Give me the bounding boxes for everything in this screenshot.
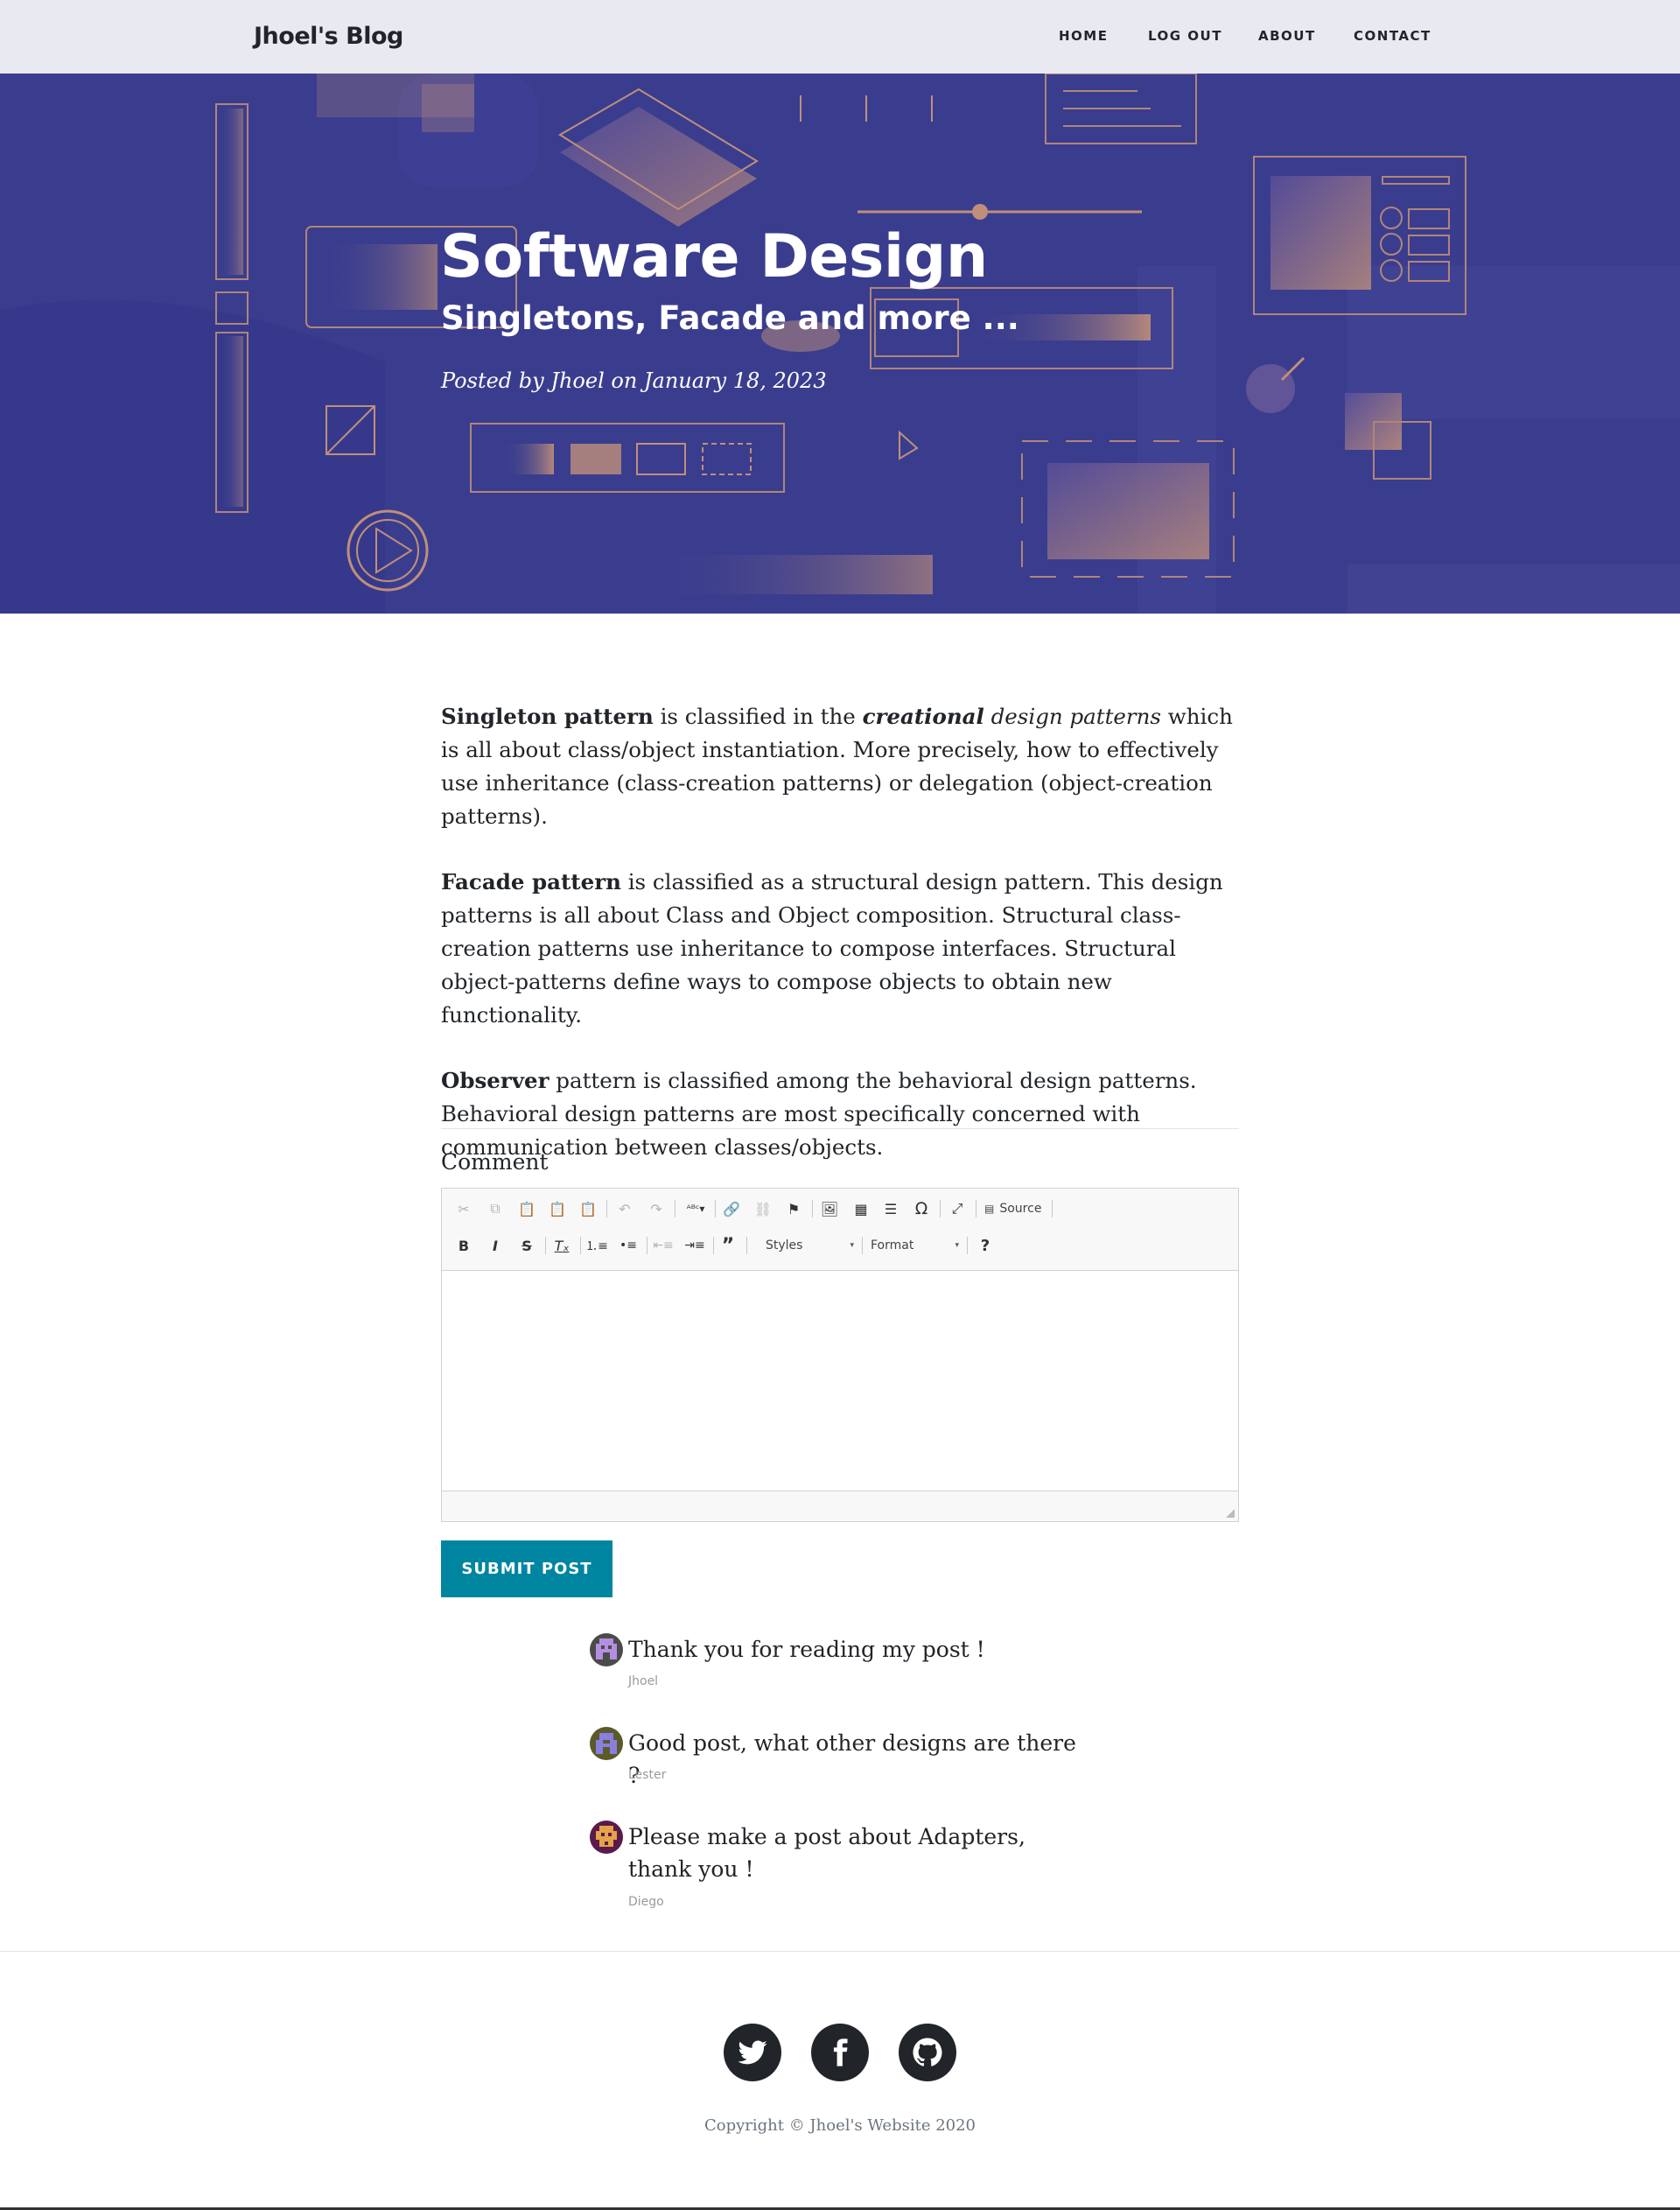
- toolbar-separator: [967, 1237, 968, 1254]
- nav-logout-link[interactable]: LOG OUT: [1148, 28, 1222, 44]
- editor-footer: [442, 1491, 1238, 1521]
- maximize-icon[interactable]: ⤢: [946, 1197, 969, 1220]
- paste-word-icon[interactable]: 📋: [577, 1197, 599, 1220]
- comment-textarea[interactable]: [442, 1272, 1238, 1491]
- source-button[interactable]: ▤ Source: [984, 1197, 1047, 1220]
- facebook-link[interactable]: [811, 2024, 869, 2081]
- navbar: Jhoel's Blog HOME LOG OUT ABOUT CONTACT: [0, 0, 1680, 74]
- comment-author: Jhoel: [628, 1674, 659, 1688]
- table-icon[interactable]: ▦: [850, 1197, 872, 1220]
- outdent-icon[interactable]: ⇤≡: [652, 1234, 675, 1257]
- post-subtitle: Singletons, Facade and more ...: [441, 299, 1019, 337]
- toolbar-separator: [862, 1237, 863, 1254]
- format-label: Format: [871, 1238, 914, 1252]
- source-icon: ▤: [984, 1203, 995, 1215]
- toolbar-separator: [545, 1237, 546, 1254]
- toolbar-separator: [812, 1200, 813, 1217]
- format-dropdown[interactable]: Format ▾: [871, 1234, 962, 1257]
- section-divider: [441, 1128, 1239, 1129]
- comment-text: Please make a post about Adapters, thank…: [628, 1824, 1026, 1882]
- avatar: [590, 1821, 623, 1854]
- github-link[interactable]: [899, 2024, 956, 2081]
- chevron-down-icon: ▾: [850, 1241, 854, 1250]
- toolbar-separator: [1052, 1200, 1053, 1217]
- toolbar-separator: [713, 1237, 714, 1254]
- toolbar-separator: [746, 1237, 747, 1254]
- toolbar-separator: [580, 1237, 581, 1254]
- paragraph-text: pattern is classified among the behavior…: [441, 1068, 1197, 1160]
- link-icon[interactable]: 🔗: [720, 1197, 743, 1220]
- help-icon[interactable]: ?: [974, 1234, 997, 1257]
- toolbar-separator: [606, 1200, 607, 1217]
- avatar: [590, 1727, 623, 1760]
- hero-background-illustration: [0, 74, 1680, 614]
- chevron-down-icon: ▾: [955, 1241, 959, 1250]
- avatar: [590, 1633, 623, 1666]
- cut-icon[interactable]: ✂: [452, 1197, 475, 1220]
- bulleted-list-icon[interactable]: •≡: [617, 1234, 640, 1257]
- comment-label: Comment: [441, 1149, 549, 1175]
- source-label: Source: [999, 1202, 1042, 1216]
- styles-label: Styles: [766, 1238, 803, 1252]
- italic-icon[interactable]: I: [484, 1234, 507, 1257]
- bold-icon[interactable]: B: [452, 1234, 475, 1257]
- comment-author: Lester: [628, 1768, 667, 1782]
- rich-text-editor: ✂ ⧉ 📋 📋 📋 ↶ ↷ ᴬᴮᶜ▾ 🔗 ⛓ ⚑ 🖼 ▦ ☰ Ω ⤢ ▤ Sour…: [441, 1188, 1239, 1522]
- paragraph-text: is classified in the: [653, 704, 863, 729]
- paste-text-icon[interactable]: 📋: [546, 1197, 569, 1220]
- post-meta: Posted by Jhoel on January 18, 2023: [441, 368, 827, 393]
- term-creational: creational: [862, 704, 984, 729]
- comment-item: Thank you for reading my post ! Jhoel: [590, 1633, 1080, 1694]
- post-content: Singleton pattern is classified in the c…: [441, 700, 1239, 1196]
- submit-post-button[interactable]: SUBMIT POST: [441, 1540, 612, 1597]
- copyright-text: Copyright © Jhoel's Website 2020: [704, 2116, 976, 2135]
- comment-author: Diego: [628, 1895, 664, 1909]
- paragraph-singleton: Singleton pattern is classified in the c…: [441, 700, 1239, 833]
- comment-text: Good post, what other designs are there …: [628, 1730, 1076, 1788]
- redo-icon[interactable]: ↷: [645, 1197, 668, 1220]
- image-icon[interactable]: 🖼: [818, 1197, 841, 1220]
- resize-handle-icon[interactable]: [1226, 1509, 1235, 1518]
- spellcheck-icon[interactable]: ᴬᴮᶜ▾: [681, 1197, 710, 1220]
- facebook-icon: [833, 2038, 848, 2066]
- nav-contact-link[interactable]: CONTACT: [1354, 28, 1432, 44]
- remove-format-icon[interactable]: Tₓ: [550, 1234, 573, 1257]
- unlink-icon[interactable]: ⛓: [752, 1197, 774, 1220]
- twitter-icon: [738, 2040, 767, 2065]
- comment-item: Please make a post about Adapters, thank…: [590, 1821, 1080, 1917]
- strike-icon[interactable]: S: [515, 1234, 538, 1257]
- anchor-icon[interactable]: ⚑: [782, 1197, 805, 1220]
- term-facade: Facade pattern: [441, 869, 621, 895]
- toolbar-separator: [647, 1237, 648, 1254]
- term-design-patterns: design patterns: [984, 704, 1161, 729]
- nav-about-link[interactable]: ABOUT: [1258, 28, 1316, 44]
- footer-divider: [0, 1951, 1680, 1952]
- indent-icon[interactable]: ⇥≡: [683, 1234, 706, 1257]
- paste-icon[interactable]: 📋: [515, 1197, 538, 1220]
- blockquote-icon[interactable]: ”: [717, 1234, 739, 1257]
- term-observer: Observer: [441, 1068, 550, 1093]
- numbered-list-icon[interactable]: ⒈≡: [585, 1234, 608, 1257]
- github-icon: [913, 2038, 942, 2066]
- paragraph-facade: Facade pattern is classified as a struct…: [441, 866, 1239, 1032]
- hero-header: Software Design Singletons, Facade and m…: [0, 74, 1680, 614]
- toolbar-separator: [940, 1200, 941, 1217]
- post-title: Software Design: [440, 222, 988, 291]
- comment-text: Thank you for reading my post !: [628, 1637, 985, 1662]
- horizontal-rule-icon[interactable]: ☰: [879, 1197, 902, 1220]
- editor-toolbar: ✂ ⧉ 📋 📋 📋 ↶ ↷ ᴬᴮᶜ▾ 🔗 ⛓ ⚑ 🖼 ▦ ☰ Ω ⤢ ▤ Sour…: [442, 1189, 1238, 1271]
- paragraph-observer: Observer pattern is classified among the…: [441, 1064, 1239, 1164]
- term-singleton: Singleton pattern: [441, 704, 654, 729]
- twitter-link[interactable]: [724, 2024, 781, 2081]
- comment-item: Good post, what other designs are there …: [590, 1727, 1080, 1788]
- brand-link[interactable]: Jhoel's Blog: [254, 23, 403, 50]
- copy-icon[interactable]: ⧉: [484, 1197, 507, 1220]
- toolbar-separator: [715, 1200, 716, 1217]
- undo-icon[interactable]: ↶: [613, 1197, 636, 1220]
- styles-dropdown[interactable]: Styles ▾: [766, 1234, 858, 1257]
- special-char-icon[interactable]: Ω: [910, 1197, 933, 1220]
- toolbar-separator: [675, 1200, 676, 1217]
- nav-home-link[interactable]: HOME: [1059, 28, 1108, 44]
